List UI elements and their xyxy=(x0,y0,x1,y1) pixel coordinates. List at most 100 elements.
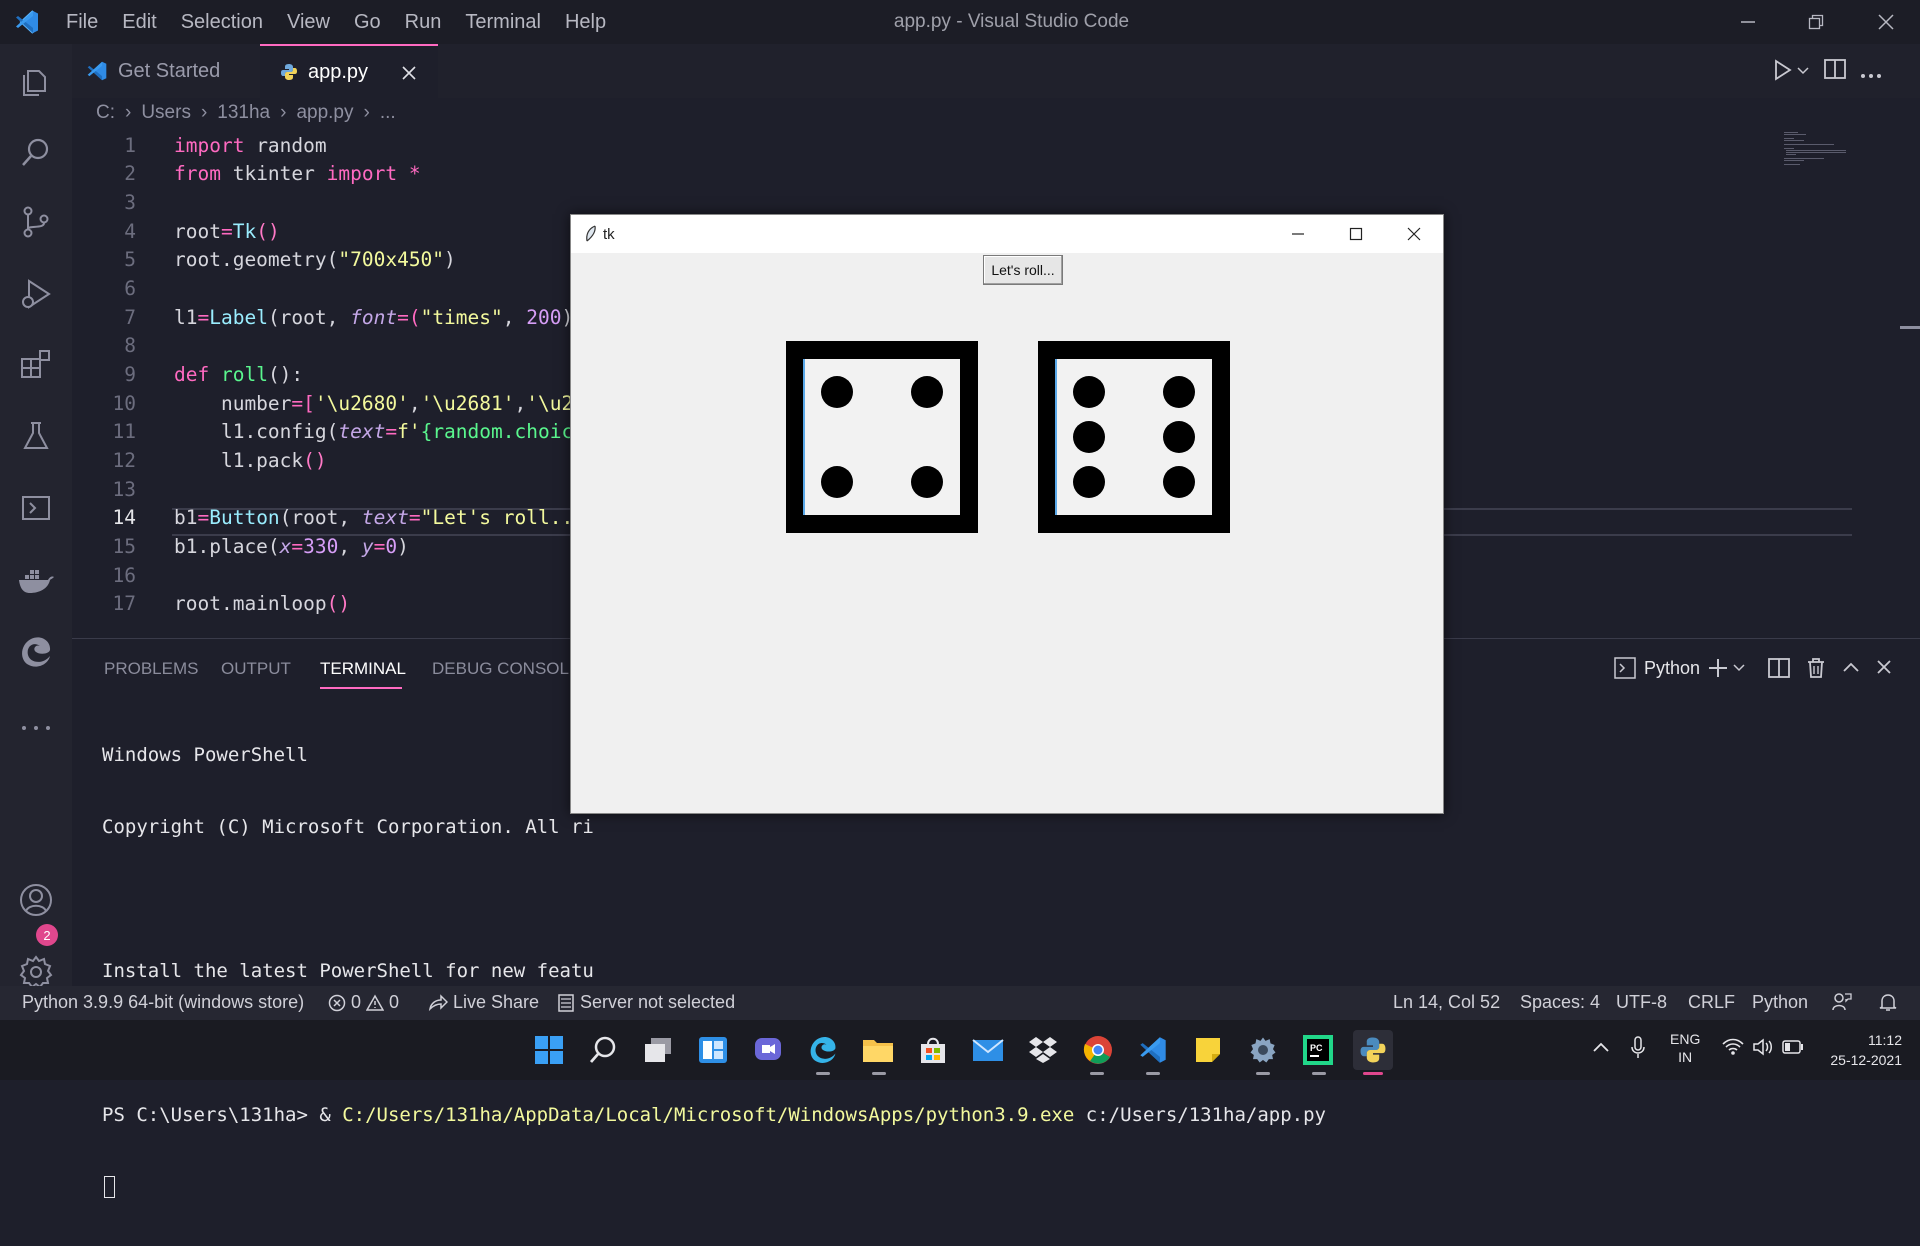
python-tk-taskbar-icon[interactable] xyxy=(1353,1030,1393,1070)
language-mode[interactable]: Python xyxy=(1752,992,1808,1013)
indentation[interactable]: Spaces: 4 xyxy=(1520,992,1600,1013)
file-explorer-icon[interactable] xyxy=(858,1030,898,1070)
line-number: 3 xyxy=(124,191,136,214)
run-python-file-icon[interactable] xyxy=(1774,58,1810,87)
menu-view[interactable]: View xyxy=(275,11,342,34)
microsoft-store-icon[interactable] xyxy=(913,1030,953,1070)
menu-selection[interactable]: Selection xyxy=(169,11,275,34)
breadcrumb-file[interactable]: app.py xyxy=(296,102,353,124)
code-line: l1=Label(root, font=("times", 200) xyxy=(174,306,574,329)
edge-browser-icon[interactable] xyxy=(803,1030,843,1070)
taskbar-search-icon[interactable] xyxy=(583,1030,623,1070)
testing-icon[interactable] xyxy=(16,416,56,456)
battery-icon[interactable] xyxy=(1782,1040,1804,1059)
line-ending[interactable]: CRLF xyxy=(1688,992,1735,1013)
pycharm-icon[interactable]: PC xyxy=(1298,1030,1338,1070)
tab-problems[interactable]: PROBLEMS xyxy=(104,659,198,679)
tk-minimize-button[interactable] xyxy=(1269,215,1327,253)
encoding[interactable]: UTF-8 xyxy=(1616,992,1667,1013)
close-panel-icon[interactable] xyxy=(1876,659,1892,680)
extensions-icon[interactable] xyxy=(16,344,56,384)
windows-start-icon[interactable] xyxy=(529,1030,569,1070)
server-status[interactable]: Server not selected xyxy=(558,992,735,1013)
breadcrumb-symbol[interactable]: ... xyxy=(380,102,396,124)
split-terminal-icon[interactable] xyxy=(1768,657,1790,684)
more-actions-icon[interactable] xyxy=(1860,66,1882,84)
clock[interactable]: 11:12 25-12-2021 xyxy=(1822,1030,1902,1070)
tk-title-bar[interactable]: tk xyxy=(571,215,1443,253)
teams-chat-icon[interactable] xyxy=(748,1030,788,1070)
python-interpreter[interactable]: Python 3.9.9 64-bit (windows store) xyxy=(22,992,304,1013)
code-line: from tkinter import * xyxy=(174,162,421,185)
line-number: 12 xyxy=(112,449,136,472)
breadcrumb-user[interactable]: 131ha xyxy=(217,102,270,124)
mail-icon[interactable] xyxy=(968,1030,1008,1070)
more-icon[interactable] xyxy=(16,708,56,748)
live-share[interactable]: Live Share xyxy=(428,992,539,1013)
line-number: 1 xyxy=(124,134,136,157)
tk-close-button[interactable] xyxy=(1385,215,1443,253)
running-indicator xyxy=(872,1072,886,1075)
code-line: import random xyxy=(174,134,327,157)
microphone-icon[interactable] xyxy=(1630,1036,1646,1065)
running-indicator xyxy=(1090,1072,1104,1075)
restore-button[interactable] xyxy=(1782,0,1850,44)
docker-icon[interactable] xyxy=(16,560,56,600)
server-icon xyxy=(558,993,574,1012)
line-number: 6 xyxy=(124,277,136,300)
tab-get-started[interactable]: Get Started xyxy=(72,44,260,98)
menu-go[interactable]: Go xyxy=(342,11,393,34)
explorer-icon[interactable] xyxy=(16,62,56,102)
problems-count[interactable]: 0 0 xyxy=(328,992,399,1013)
remote-explorer-icon[interactable] xyxy=(16,488,56,528)
dropbox-icon[interactable] xyxy=(1023,1030,1063,1070)
notifications-bell-icon[interactable] xyxy=(1878,992,1898,1017)
menu-file[interactable]: File xyxy=(54,11,110,34)
minimap[interactable] xyxy=(1784,130,1854,170)
terminal-profile[interactable]: Python xyxy=(1614,657,1700,679)
die-pip xyxy=(1073,421,1105,453)
widgets-icon[interactable] xyxy=(693,1030,733,1070)
tab-debug-console[interactable]: DEBUG CONSOLE xyxy=(432,659,580,679)
close-window-button[interactable] xyxy=(1852,0,1920,44)
menu-run[interactable]: Run xyxy=(393,11,454,34)
settings-app-icon[interactable] xyxy=(1243,1030,1283,1070)
run-debug-icon[interactable] xyxy=(16,274,56,314)
feedback-icon[interactable] xyxy=(1832,992,1852,1017)
wifi-icon[interactable] xyxy=(1722,1038,1744,1061)
maximize-panel-icon[interactable] xyxy=(1842,659,1860,682)
search-icon[interactable] xyxy=(16,132,56,172)
cursor-position[interactable]: Ln 14, Col 52 xyxy=(1393,992,1500,1013)
vscode-taskbar-icon[interactable] xyxy=(1133,1030,1173,1070)
tab-app-py[interactable]: app.py xyxy=(260,44,438,98)
breadcrumb-users[interactable]: Users xyxy=(141,102,191,124)
menu-edit[interactable]: Edit xyxy=(110,11,168,34)
volume-icon[interactable] xyxy=(1752,1038,1774,1061)
lets-roll-button[interactable]: Let's roll... xyxy=(983,255,1063,285)
split-editor-icon[interactable] xyxy=(1824,58,1846,85)
task-view-icon[interactable] xyxy=(638,1030,678,1070)
tk-maximize-button[interactable] xyxy=(1327,215,1385,253)
accounts-icon[interactable] xyxy=(16,880,56,920)
trash-icon[interactable] xyxy=(1806,657,1826,684)
source-control-icon[interactable] xyxy=(16,202,56,242)
input-language[interactable]: ENG IN xyxy=(1670,1030,1700,1066)
warning-icon xyxy=(366,993,385,1011)
new-terminal-icon[interactable] xyxy=(1708,657,1748,684)
running-indicator xyxy=(816,1072,830,1075)
show-hidden-icons-icon[interactable] xyxy=(1592,1040,1610,1059)
code-line: root=Tk() xyxy=(174,220,280,243)
tab-output[interactable]: OUTPUT xyxy=(221,659,291,679)
sticky-notes-icon[interactable] xyxy=(1188,1030,1228,1070)
chrome-icon[interactable] xyxy=(1078,1030,1118,1070)
close-tab-icon[interactable] xyxy=(402,66,416,80)
menu-terminal[interactable]: Terminal xyxy=(453,11,553,34)
tab-terminal[interactable]: TERMINAL xyxy=(320,659,406,679)
edge-devtools-icon[interactable] xyxy=(16,632,56,672)
tk-window-title: tk xyxy=(603,225,615,243)
menu-help[interactable]: Help xyxy=(553,11,618,34)
minimize-button[interactable] xyxy=(1714,0,1782,44)
line-number: 9 xyxy=(124,363,136,386)
breadcrumb-drive[interactable]: C: xyxy=(96,102,115,124)
code-line: root.mainloop() xyxy=(174,592,351,615)
